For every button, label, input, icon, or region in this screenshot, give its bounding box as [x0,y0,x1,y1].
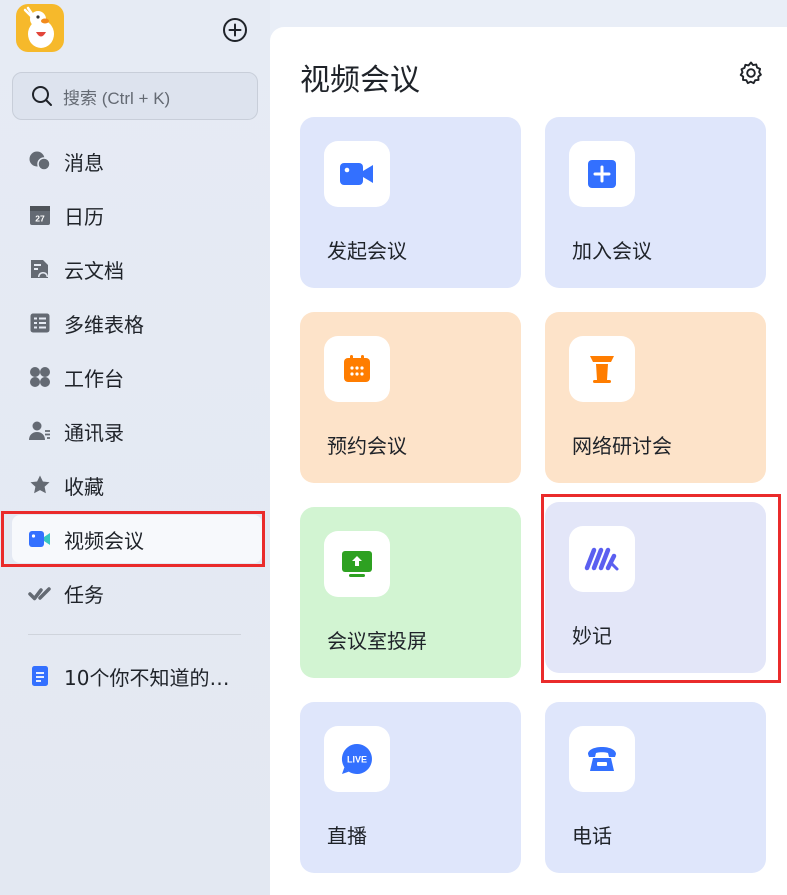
screen-share-icon [324,531,390,597]
sidebar-item-tasks[interactable]: 任务 [12,569,262,617]
search-input[interactable]: 搜索 (Ctrl + K) [12,72,258,120]
tile-minutes[interactable]: 妙记 [545,502,766,673]
sidebar-item-label: 日历 [64,204,104,229]
cloud-doc-icon [28,257,52,281]
star-icon [28,473,52,497]
tile-label: 预约会议 [327,434,407,458]
svg-text:LIVE: LIVE [347,755,367,765]
sidebar-item-label: 云文档 [64,258,124,283]
sidebar-item-label: 通讯录 [64,420,124,445]
chat-bubbles-icon [28,149,52,173]
page-title: 视频会议 [300,63,420,98]
sidebar: 搜索 (Ctrl + K) 消息 27 日历 云文档 多维表格 工作台 通讯录 … [0,0,270,895]
main-panel: 视频会议 发起会议 加入会议 预约会议 网络研讨会 会议室投屏 妙记 LIVE … [270,27,787,895]
plus-square-icon [569,141,635,207]
base-table-icon [28,311,52,335]
sidebar-item-label: 收藏 [64,474,104,499]
tile-label: 网络研讨会 [572,434,672,458]
sidebar-divider [28,634,241,635]
sidebar-item-calendar[interactable]: 27 日历 [12,191,262,239]
sidebar-item-video-meeting[interactable]: 视频会议 [12,515,262,563]
tile-label: 加入会议 [572,239,652,263]
video-camera-icon [324,141,390,207]
tile-label: 发起会议 [327,239,407,263]
search-icon [32,86,52,106]
tile-phone[interactable]: 电话 [545,702,766,873]
sidebar-item-cloud-docs[interactable]: 云文档 [12,245,262,293]
document-icon [28,664,52,688]
settings-button[interactable] [737,59,765,87]
sidebar-item-label: 工作台 [64,366,124,391]
live-icon: LIVE [324,726,390,792]
sidebar-item-messages[interactable]: 消息 [12,137,262,185]
sidebar-item-label: 消息 [64,150,104,175]
tile-webinar[interactable]: 网络研讨会 [545,312,766,483]
sidebar-item-contacts[interactable]: 通讯录 [12,407,262,455]
tile-room-screen-share[interactable]: 会议室投屏 [300,507,521,678]
tile-label: 妙记 [572,624,612,648]
tile-join-meeting[interactable]: 加入会议 [545,117,766,288]
podium-icon [569,336,635,402]
plus-circle-icon [223,18,247,42]
tile-livestream[interactable]: LIVE 直播 [300,702,521,873]
minutes-icon [569,526,635,592]
tile-start-meeting[interactable]: 发起会议 [300,117,521,288]
gear-icon [739,61,762,85]
sidebar-item-favorites[interactable]: 收藏 [12,461,262,509]
tile-label: 电话 [572,824,612,848]
tile-label: 直播 [327,824,367,848]
contacts-icon [28,419,52,443]
sidebar-item-workplace[interactable]: 工作台 [12,353,262,401]
app-logo[interactable] [16,4,64,52]
video-camera-icon [28,527,52,551]
sidebar-item-label: 任务 [64,582,104,607]
sidebar-item-base[interactable]: 多维表格 [12,299,262,347]
tile-schedule-meeting[interactable]: 预约会议 [300,312,521,483]
search-placeholder: 搜索 (Ctrl + K) [63,88,171,108]
add-circle-button[interactable] [222,17,248,43]
sidebar-item-label: 多维表格 [64,312,144,337]
sidebar-item-label: 视频会议 [64,528,144,553]
workplace-icon [28,365,52,389]
svg-text:27: 27 [35,214,45,224]
task-check-icon [28,581,52,605]
telephone-icon [569,726,635,792]
sidebar-recent-doc[interactable]: 10个你不知道的… [12,652,262,700]
recent-doc-label: 10个你不知道的… [64,665,230,690]
calendar-icon: 27 [28,203,52,227]
calendar-schedule-icon [324,336,390,402]
tile-label: 会议室投屏 [327,629,427,653]
